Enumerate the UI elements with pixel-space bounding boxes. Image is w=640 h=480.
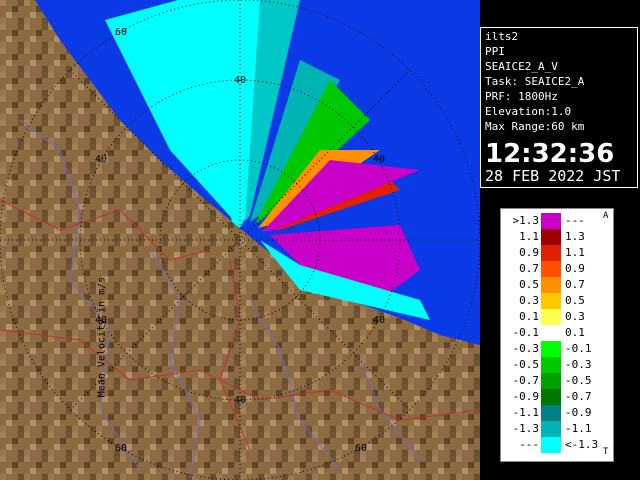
radar-map <box>0 0 480 480</box>
legend-lower-bound: -0.1 <box>512 326 540 339</box>
legend-lower-bound: 0.7 <box>519 262 539 275</box>
legend-upper-bound: 0.5 <box>565 294 585 307</box>
legend-color-swatch <box>541 245 561 261</box>
legend-corner-top: A <box>603 211 609 221</box>
product-type: PPI <box>485 45 505 58</box>
legend-lower-bound: -0.9 <box>512 390 540 403</box>
legend-upper-bound: 1.3 <box>565 230 585 243</box>
legend-upper-bound: -1.1 <box>565 422 592 435</box>
legend-upper-bound: <-1.3 <box>565 438 599 451</box>
legend-color-swatch <box>541 405 561 421</box>
legend-color-swatch <box>541 325 561 341</box>
legend-color-swatch <box>541 277 561 293</box>
legend-corner-bottom: T <box>603 447 609 457</box>
legend-upper-bound: 0.9 <box>565 262 585 275</box>
elevation-value: Elevation:1.0 <box>485 105 572 118</box>
legend-upper-bound: -0.3 <box>565 358 592 371</box>
legend-upper-bound: 1.1 <box>565 246 585 259</box>
legend-color-swatch <box>541 229 561 245</box>
legend-color-swatch <box>541 389 561 405</box>
legend-lower-bound: -0.3 <box>512 342 540 355</box>
radar-ppi-display[interactable]: 60 40 40 40 40 40 60 40 60 <box>0 0 480 480</box>
range-label: 40 <box>234 395 247 406</box>
range-label: 40 <box>373 315 386 326</box>
prf-value: PRF: 1800Hz <box>485 90 558 103</box>
legend-upper-bound: -0.7 <box>565 390 592 403</box>
legend-color-swatch <box>541 437 561 453</box>
legend-color-swatch <box>541 293 561 309</box>
legend-lower-bound: >1.3 <box>512 214 540 227</box>
legend-lower-bound: 0.9 <box>519 246 539 259</box>
scan-time: 12:32:36 <box>485 139 615 169</box>
legend-lower-bound: -1.3 <box>512 422 540 435</box>
legend-lower-bound: 1.1 <box>519 230 539 243</box>
legend-color-swatch <box>541 357 561 373</box>
legend-upper-bound: -0.5 <box>565 374 592 387</box>
range-label: 40 <box>373 154 386 165</box>
legend-upper-bound: 0.3 <box>565 310 585 323</box>
task-name: Task: SEAICE2_A <box>485 75 585 88</box>
legend-color-swatch <box>541 309 561 325</box>
range-label: 60 <box>115 27 128 38</box>
range-label: 40 <box>95 154 108 165</box>
legend-lower-bound: -0.7 <box>512 374 540 387</box>
legend-upper-bound: --- <box>565 214 585 227</box>
scan-name: SEAICE2_A_V <box>485 60 558 73</box>
max-range-value: Max Range:60 km <box>485 120 585 133</box>
legend-upper-bound: 0.1 <box>565 326 585 339</box>
legend-lower-bound: --- <box>519 438 539 451</box>
legend-title-text: Mean Velocity in m/s <box>96 276 108 398</box>
range-label: 40 <box>234 75 247 86</box>
legend-lower-bound: -1.1 <box>512 406 540 419</box>
scan-date: 28 FEB 2022 JST <box>485 167 621 185</box>
legend-upper-bound: -0.1 <box>565 342 592 355</box>
radar-name: ilts2 <box>485 30 519 43</box>
legend-color-swatch <box>541 213 561 229</box>
range-label: 60 <box>115 443 128 454</box>
legend-lower-bound: 0.5 <box>519 278 539 291</box>
legend-lower-bound: 0.3 <box>519 294 539 307</box>
legend-lower-bound: 0.1 <box>519 310 539 323</box>
legend-color-swatch <box>541 421 561 437</box>
legend-color-swatch <box>541 373 561 389</box>
scan-info-panel: ilts2 PPI SEAICE2_A_V Task: SEAICE2_A PR… <box>480 27 638 188</box>
legend-title: Mean Velocity in m/s <box>90 212 114 462</box>
range-label: 60 <box>355 443 368 454</box>
legend-upper-bound: 0.7 <box>565 278 585 291</box>
velocity-color-legend: >1.3 --- 1.1 1.3 0.9 1.1 0.7 0.9 0.5 0.7 0.3 0.5 0.1… <box>500 208 614 462</box>
legend-color-swatch <box>541 261 561 277</box>
legend-upper-bound: -0.9 <box>565 406 592 419</box>
legend-color-swatch <box>541 341 561 357</box>
legend-lower-bound: -0.5 <box>512 358 540 371</box>
